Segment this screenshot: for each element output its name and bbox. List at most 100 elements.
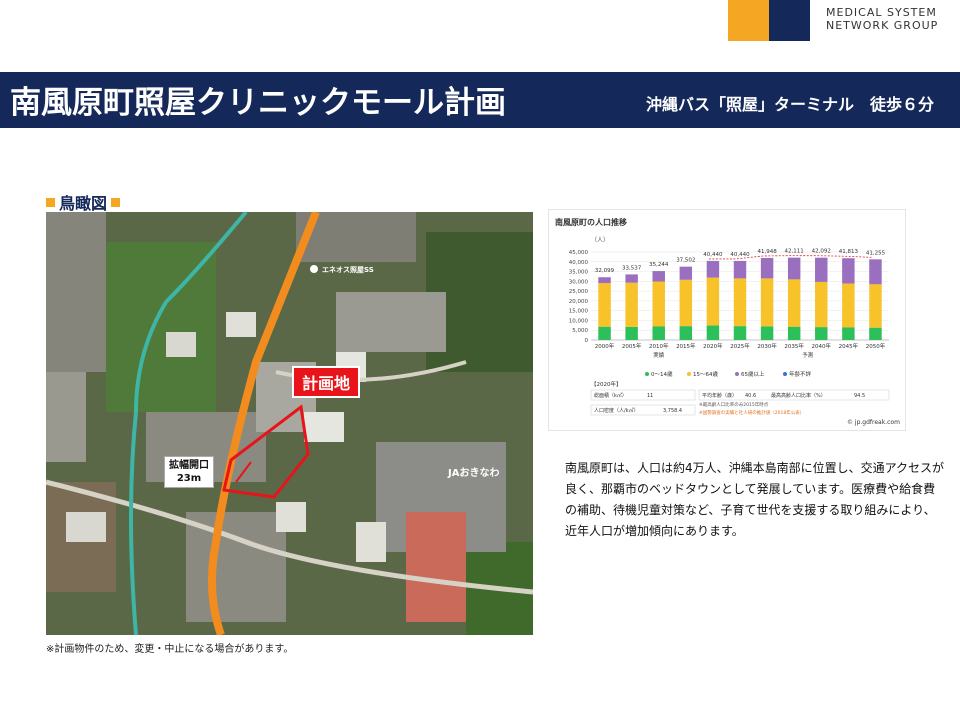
y-tick-label: 10,000 — [569, 318, 589, 324]
bar-segment — [787, 257, 801, 280]
bar-segment — [869, 259, 882, 285]
bar-segment — [706, 261, 720, 278]
bar-segment — [625, 326, 638, 340]
bar-segment — [706, 325, 720, 340]
x-tick-label: 2010年 — [649, 342, 669, 350]
x-tick-label: 2020年 — [703, 342, 723, 350]
chart-source: © jp.gdfreak.com — [847, 419, 900, 426]
group-label-actual: 実績 — [653, 351, 665, 359]
legend-swatch — [735, 372, 739, 376]
table-label: 最高高齢人口比率（%） — [771, 392, 826, 399]
legend-label: 15〜64歳 — [693, 370, 718, 378]
page-subtitle: 沖縄バス「照屋」ターミナル 徒歩６分 — [646, 95, 935, 114]
bar-segment — [760, 257, 774, 279]
bar-total-label: 41,948 — [757, 249, 777, 255]
y-tick-label: 45,000 — [569, 250, 589, 256]
aerial-section-heading: 鳥瞰図 — [46, 190, 121, 214]
bar-segment — [625, 282, 638, 327]
legend-label: 65歳以上 — [741, 370, 765, 378]
widen-opening-label: 拡幅開口 23m — [164, 456, 214, 488]
legend-swatch — [783, 372, 787, 376]
area-description: 南風原町は、人口は約4万人、沖縄本島南部に位置し、交通アクセスが良く、那覇市のベ… — [565, 461, 945, 538]
bar-total-label: 37,502 — [676, 258, 695, 264]
bar-segment — [679, 326, 693, 340]
bar-segment — [679, 279, 693, 327]
y-tick-label: 30,000 — [569, 279, 589, 285]
bar-segment — [733, 326, 747, 340]
bar-total-label: 41,255 — [866, 250, 886, 256]
table-note: ※最高齢人口比率のみ2015年時点 — [699, 401, 769, 408]
legend-swatch — [687, 372, 691, 376]
bar-segment — [869, 284, 882, 328]
group-label-forecast: 予測 — [802, 351, 814, 359]
aerial-map-drawing — [46, 212, 533, 635]
bar-segment — [733, 260, 747, 279]
logo-line-2: NETWORK GROUP — [826, 19, 939, 32]
bar-segment — [815, 257, 828, 282]
bar-segment — [760, 278, 774, 327]
logo-line-1: MEDICAL SYSTEM — [826, 6, 937, 19]
population-chart-card: 南風原町の人口推移 （人） 45,000 40,000 35,000 30,000 25… — [548, 209, 906, 431]
bar-segment — [652, 281, 665, 327]
x-tick-label: 2025年 — [730, 342, 750, 350]
widen-opening-width: 23m — [176, 473, 202, 484]
aerial-photo — [46, 212, 533, 635]
logo-navy-block — [769, 0, 810, 41]
x-tick-label: 2045年 — [839, 342, 859, 350]
bar-total-label: 32,099 — [595, 268, 615, 274]
table-value: 94.5 — [854, 393, 865, 399]
square-bullet-icon — [111, 197, 121, 207]
company-logo-text: MEDICAL SYSTEM NETWORK GROUP — [826, 6, 938, 32]
chart-unit: （人） — [591, 237, 609, 244]
x-tick-label: 2035年 — [784, 342, 804, 350]
bar-segment — [652, 271, 665, 282]
bar-segment — [869, 327, 882, 340]
chart-legend: 0〜14歳 15〜64歳 65歳以上 年齢不詳 — [645, 370, 812, 378]
bar-segment — [733, 278, 747, 327]
bar-total-label: 40,440 — [730, 252, 750, 258]
legend-swatch — [645, 372, 649, 376]
legend-label: 0〜14歳 — [651, 370, 673, 378]
bar-segment — [679, 266, 693, 280]
bar-total-label: 41,813 — [839, 249, 859, 255]
y-tick-label: 5,000 — [572, 328, 588, 334]
bar-segment — [842, 327, 855, 340]
bar-segment — [787, 279, 801, 327]
x-tick-label: 2040年 — [812, 342, 832, 350]
page-title: 南風原町照屋クリニックモール計画 — [10, 85, 506, 121]
bar-total-label: 42,111 — [785, 249, 804, 255]
x-tick-label: 2050年 — [866, 342, 886, 350]
widen-opening-title: 拡幅開口 — [169, 460, 209, 471]
aerial-section-title: 鳥瞰図 — [59, 194, 108, 213]
y-tick-label: 0 — [585, 338, 589, 344]
bar-segment — [815, 281, 828, 328]
chart-title: 南風原町の人口推移 — [555, 217, 627, 227]
table-label: 人口密度（人/k㎡） — [594, 407, 639, 414]
chart-labels: 45,000 40,000 35,000 30,000 25,000 20,000 15,0… — [569, 249, 886, 359]
table-value: 11 — [647, 393, 653, 399]
y-tick-label: 40,000 — [569, 260, 589, 266]
logo-orange-block — [728, 0, 769, 41]
table-value: 40.6 — [745, 393, 756, 399]
bar-segment — [652, 326, 665, 340]
table-label: 平均年齢（歳） — [702, 392, 737, 399]
bar-total-label: 40,440 — [703, 252, 723, 258]
bar-segment — [598, 283, 611, 327]
population-chart: 南風原町の人口推移 （人） 45,000 40,000 35,000 30,000 25… — [555, 217, 900, 426]
bar-segment — [842, 258, 855, 284]
table-label: 総面積（k㎡） — [594, 392, 627, 399]
bar-segment — [625, 274, 638, 283]
y-tick-label: 25,000 — [569, 289, 589, 295]
table-value: 3,758.4 — [663, 408, 682, 414]
bar-segment — [706, 277, 720, 326]
table-header: 【2020年】 — [591, 380, 622, 388]
y-tick-label: 15,000 — [569, 309, 589, 315]
y-tick-label: 20,000 — [569, 299, 589, 305]
chart-stats-table: 【2020年】総面積（k㎡） 11 平均年齢（歳） 40.6 最高高齢人口比率（%） 94… — [590, 380, 890, 416]
bar-segment — [842, 283, 855, 328]
x-tick-label: 2000年 — [595, 342, 615, 350]
bar-segment — [598, 277, 611, 284]
bar-total-label: 42,092 — [812, 249, 831, 255]
bar-segment — [760, 326, 774, 340]
square-bullet-icon — [46, 197, 55, 207]
